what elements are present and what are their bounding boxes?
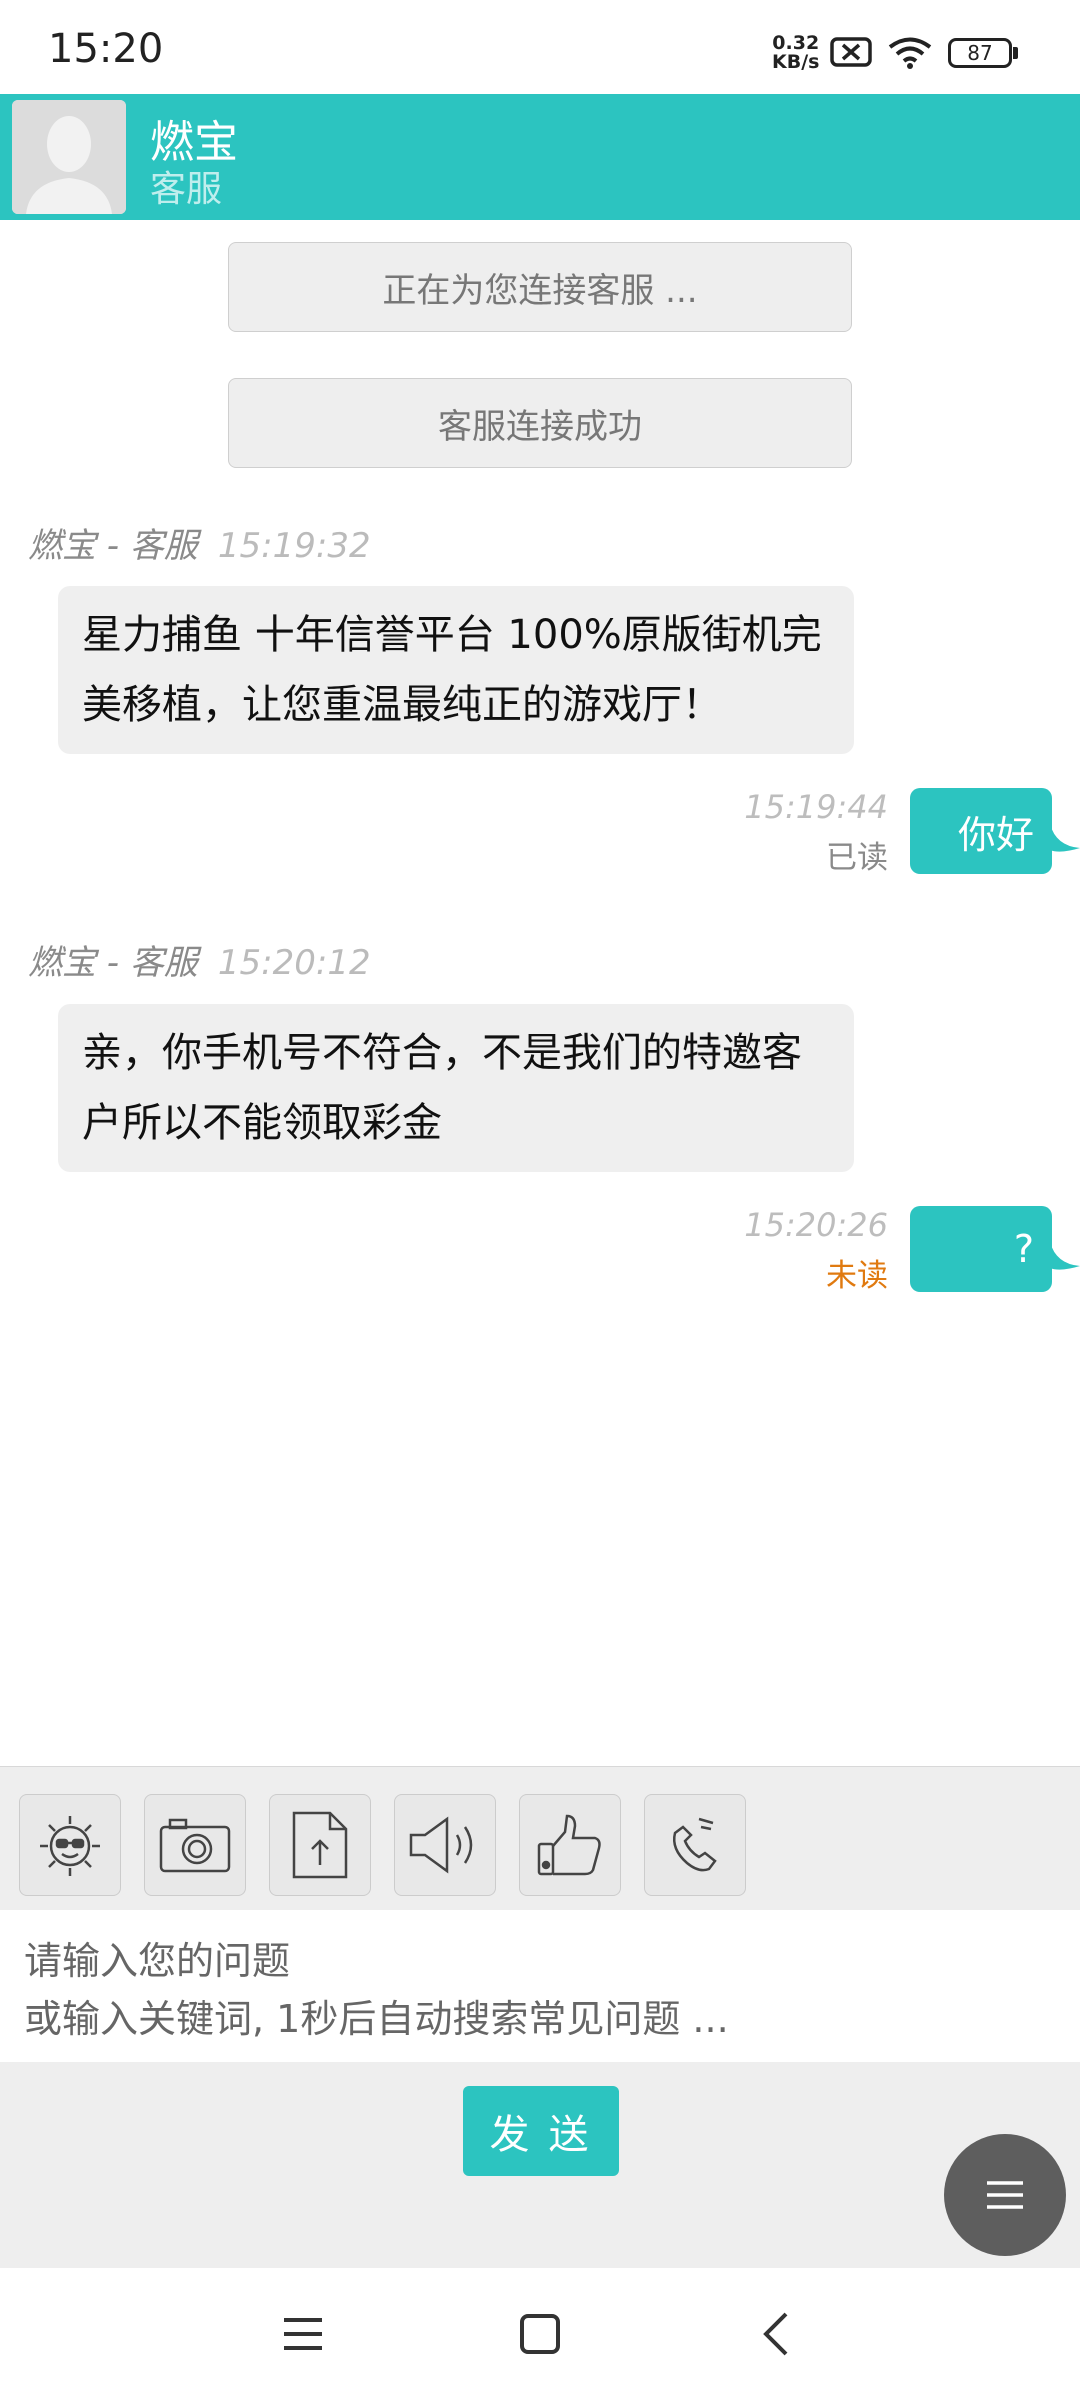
- emoji-icon: [40, 1816, 100, 1876]
- wifi-icon: [888, 37, 932, 69]
- send-button[interactable]: 发 送: [463, 2086, 619, 2176]
- like-button[interactable]: [519, 1794, 621, 1896]
- bubble-tail: [1050, 824, 1080, 852]
- user-message-bubble: ?: [910, 1206, 1052, 1292]
- avatar[interactable]: [12, 100, 126, 214]
- system-notice-connecting: 正在为您连接客服 ...: [228, 242, 852, 332]
- message-input[interactable]: [0, 1910, 1080, 2062]
- menu-fab-button[interactable]: [944, 2134, 1066, 2256]
- menu-icon: [987, 2181, 1023, 2209]
- back-icon[interactable]: [758, 2310, 792, 2358]
- volume-button[interactable]: [394, 1794, 496, 1896]
- contact-role: 客服: [150, 169, 223, 210]
- bubble-tail: [1050, 1242, 1080, 1270]
- message-meta: 燃宝 - 客服 15:19:32: [28, 518, 371, 567]
- battery-level: 87: [967, 41, 993, 65]
- message-time: 15:20:12: [217, 943, 371, 983]
- message-input-area: [0, 1910, 1080, 2062]
- home-icon[interactable]: [518, 2312, 562, 2356]
- camera-icon: [159, 1818, 231, 1873]
- sim-x-icon: [830, 37, 872, 67]
- agent-message-bubble: 亲，你手机号不符合，不是我们的特邀客户所以不能领取彩金: [58, 1004, 854, 1172]
- message-time: 15:19:32: [217, 526, 371, 566]
- message-time: 15:19:44: [744, 788, 888, 826]
- message-time: 15:20:26: [744, 1206, 888, 1244]
- sender-name: 燃宝 - 客服: [28, 526, 198, 566]
- call-button[interactable]: [644, 1794, 746, 1896]
- status-time: 15:20: [48, 26, 164, 72]
- battery-tip: [1013, 47, 1018, 59]
- read-status: 已读: [826, 840, 888, 876]
- unread-status: 未读: [826, 1258, 888, 1294]
- message-meta: 燃宝 - 客服 15:20:12: [28, 935, 371, 984]
- thumbs-up-icon: [537, 1814, 601, 1876]
- volume-icon: [409, 1816, 473, 1874]
- network-speed-unit: KB/s: [772, 51, 820, 73]
- sender-name: 燃宝 - 客服: [28, 943, 198, 983]
- network-speed: 0.32 KB/s: [772, 34, 819, 72]
- upload-icon: [292, 1811, 348, 1879]
- agent-message-bubble: 星力捕鱼 十年信誉平台 100%原版街机完美移植，让您重温最纯正的游戏厅！: [58, 586, 854, 754]
- upload-button[interactable]: [269, 1794, 371, 1896]
- system-notice-connected: 客服连接成功: [228, 378, 852, 468]
- emoji-button[interactable]: [19, 1794, 121, 1896]
- user-message-bubble: 你好: [910, 788, 1052, 874]
- battery-icon: 87: [948, 38, 1012, 68]
- recent-apps-menu-icon[interactable]: [280, 2314, 326, 2354]
- person-silhouette-icon: [12, 100, 126, 214]
- camera-button[interactable]: [144, 1794, 246, 1896]
- phone-icon: [673, 1817, 717, 1872]
